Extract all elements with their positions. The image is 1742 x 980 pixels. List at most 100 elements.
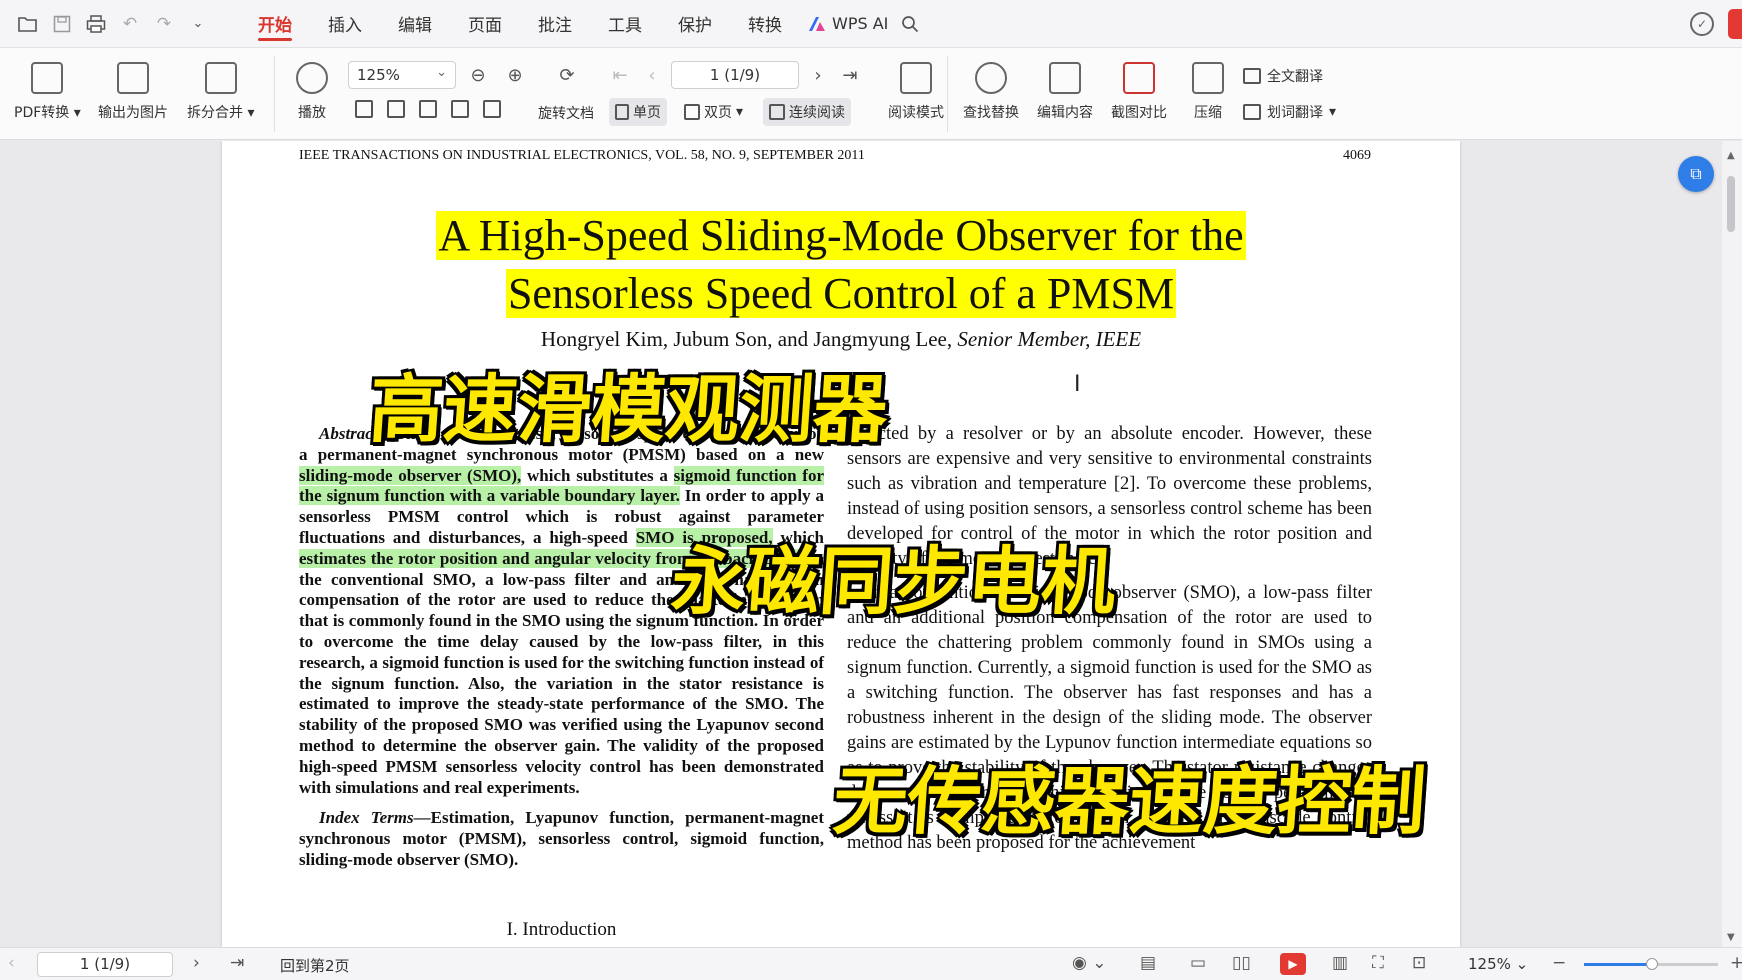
compress-icon [1192,62,1224,94]
full-translate-button[interactable]: 全文翻译 [1243,66,1323,86]
back-to-page-link[interactable]: 回到第2页 [280,955,350,976]
author-names: Hongryel Kim, Jubum Son, and Jangmyung L… [540,327,953,351]
find-replace-button[interactable]: 查找替换 [963,62,1019,122]
prev-page-icon[interactable]: ‹ [8,953,15,973]
export-image-icon [117,62,149,94]
scroll-up-icon[interactable]: ▲ [1727,150,1735,161]
edit-content-icon [1049,62,1081,94]
running-head: IEEE TRANSACTIONS ON INDUSTRIAL ELECTRON… [299,148,1371,164]
intro-heading: I. Introduction [506,919,617,940]
split-merge-label: 拆分合并 [187,105,243,121]
wps-ai-button[interactable]: WPS AI [800,14,896,33]
full-translate-label: 全文翻译 [1267,69,1323,85]
eye-icon[interactable]: ◉ ⌄ [1072,953,1106,973]
zoom-select[interactable]: 125% ⌄ [348,61,456,89]
fit-page-icon[interactable] [387,100,405,118]
read-mode-label: 阅读模式 [888,105,944,121]
cloud-sync-icon[interactable]: ✓ [1690,12,1714,36]
left-column: Abstract—This paper proposes a sensorles… [299,424,824,880]
chevron-down-icon: ⌄ [436,65,447,80]
word-translate-button[interactable]: 划词翻译 ▾ [1243,102,1336,122]
tab-insert[interactable]: 插入 [310,0,380,48]
single-page-button[interactable]: 单页 [609,98,667,126]
fit-page-icon[interactable]: ⛶ [1372,953,1384,973]
find-replace-label: 查找替换 [963,105,1019,121]
text-cursor-icon: I [1074,372,1081,397]
redo-icon[interactable]: ↷ [150,10,178,38]
screenshot-compare-label: 截图对比 [1111,105,1167,121]
zoom-out-icon[interactable]: − [1552,953,1566,973]
undo-icon[interactable]: ↶ [116,10,144,38]
play-button[interactable]: 播放 [296,62,328,122]
journal-name: IEEE TRANSACTIONS ON INDUSTRIAL ELECTRON… [299,148,865,163]
first-page-icon[interactable]: ⇤ [608,63,632,87]
ribbon-toolbar: PDF转换 ▾ 输出为图片 拆分合并 ▾ 播放 125% ⌄ ⊖ ⊕ ⟳ ⇤ ‹… [0,48,1742,140]
actual-size-icon[interactable] [355,100,373,118]
floating-tool-icon[interactable]: ⧉ [1678,156,1714,192]
prev-page-icon[interactable]: ‹ [640,63,664,87]
zoom-out-icon[interactable]: ⊖ [466,63,490,87]
split-merge-button[interactable]: 拆分合并 ▾ [187,62,254,122]
title-line-1: A High-Speed Sliding-Mode Observer for t… [436,211,1246,260]
tab-protect[interactable]: 保护 [660,0,730,48]
pdf-convert-button[interactable]: PDF转换 ▾ [14,62,81,122]
zoom-slider[interactable] [1584,958,1718,970]
next-page-icon[interactable]: › [193,953,200,973]
scroll-down-icon[interactable]: ▼ [1727,932,1735,943]
double-page-button[interactable]: 双页 ▾ [684,102,743,122]
search-icon[interactable] [896,10,924,38]
caption-overlay-1: 高速滑模观测器 [365,365,893,455]
screenshot-compare-icon [1123,62,1155,94]
next-page-icon[interactable]: › [806,63,830,87]
print-icon[interactable] [82,10,110,38]
single-view-icon[interactable]: ▭ [1190,953,1206,973]
chevron-down-icon[interactable]: ⌄ [184,10,212,38]
read-mode-icon[interactable]: ▥ [1332,953,1348,973]
read-mode-button[interactable]: 阅读模式 [888,62,944,122]
edit-content-button[interactable]: 编辑内容 [1037,62,1093,122]
tab-page[interactable]: 页面 [450,0,520,48]
user-badge[interactable] [1728,9,1742,39]
double-view-icon[interactable]: ▯▯ [1232,953,1251,973]
tab-annotate[interactable]: 批注 [520,0,590,48]
zoom-slider-knob[interactable] [1646,958,1658,970]
rotate-document-label[interactable]: 旋转文档 [538,103,594,123]
pdf-convert-icon [31,62,64,94]
status-bar: ‹ 1 (1/9) › ⇥ 回到第2页 ◉ ⌄ ▤ ▭ ▯▯ ▶ ▥ ⛶ ⊡ 1… [0,947,1742,980]
rotate-right-icon[interactable] [483,100,501,118]
continuous-read-button[interactable]: 连续阅读 [763,98,851,126]
rotate-icon[interactable]: ⟳ [555,63,579,87]
open-folder-icon[interactable] [14,10,42,38]
export-image-button[interactable]: 输出为图片 [98,62,168,122]
vertical-scrollbar[interactable] [1722,141,1742,947]
zoom-level[interactable]: 125% ⌄ [1468,955,1528,973]
quick-access-toolbar: ↶ ↷ ⌄ [0,10,212,38]
fit-width-icon[interactable] [419,100,437,118]
tab-convert[interactable]: 转换 [730,0,800,48]
fit-width-icon[interactable]: ⊡ [1412,953,1426,973]
last-page-icon[interactable]: ⇥ [230,953,244,973]
status-page-input[interactable]: 1 (1/9) [37,952,173,977]
last-page-icon[interactable]: ⇥ [838,63,862,87]
tab-start[interactable]: 开始 [240,0,310,48]
play-slideshow-icon[interactable]: ▶ [1280,953,1306,975]
zoom-in-icon[interactable]: + [1730,953,1742,973]
save-icon[interactable] [48,10,76,38]
scrollbar-thumb[interactable] [1727,176,1735,232]
screenshot-compare-button[interactable]: 截图对比 [1111,62,1167,122]
menu-tabs: 开始 插入 编辑 页面 批注 工具 保护 转换 WPS AI [240,0,924,48]
tab-tools[interactable]: 工具 [590,0,660,48]
tab-edit[interactable]: 编辑 [380,0,450,48]
index-terms: Index Terms—Estimation, Lyapunov functio… [299,808,824,870]
zoom-in-icon[interactable]: ⊕ [503,63,527,87]
compress-button[interactable]: 压缩 [1192,62,1224,122]
rotate-left-icon[interactable] [451,100,469,118]
page-number-input[interactable]: 1 (1/9) [671,61,799,89]
zoom-level-value: 125% [1468,955,1511,973]
title-bar-right: ✓ [1690,0,1742,48]
highlight: sliding-mode observer (SMO), [299,465,522,485]
book-icon [900,62,932,94]
word-translate-label: 划词翻译 [1267,105,1323,121]
continuous-view-icon[interactable]: ▤ [1140,953,1156,973]
play-icon [296,62,328,94]
